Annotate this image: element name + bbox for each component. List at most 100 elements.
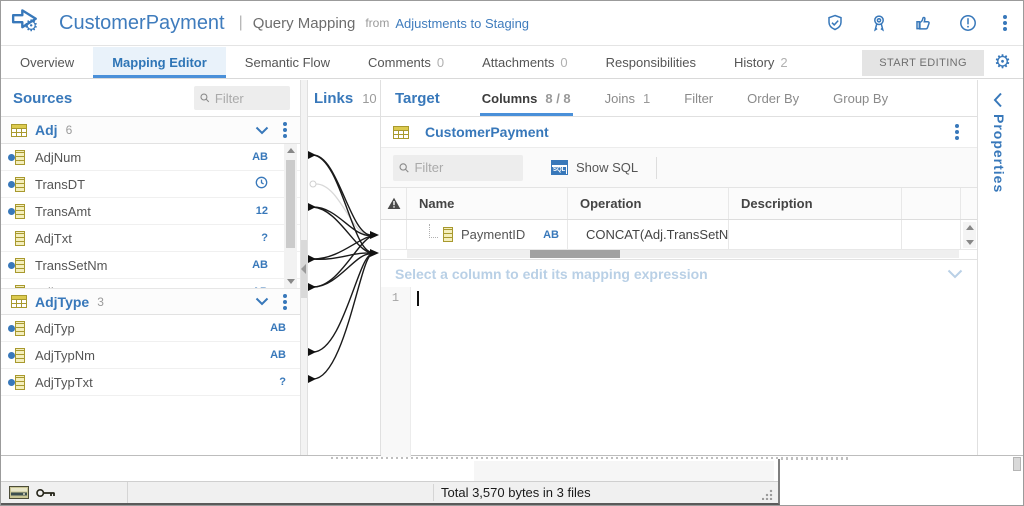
column-header-description[interactable]: Description xyxy=(729,188,902,219)
sources-panel: Sources Adj 6 AdjNum AB xyxy=(1,80,300,455)
tab-history[interactable]: History2 xyxy=(715,47,807,78)
page-title: CustomerPayment xyxy=(59,12,225,35)
alert-circle-icon[interactable] xyxy=(959,14,977,32)
sources-filter-input[interactable] xyxy=(215,91,284,106)
sources-scrollbar[interactable] xyxy=(284,144,297,288)
tab-group-by[interactable]: Group By xyxy=(831,80,890,116)
tab-responsibilities[interactable]: Responsibilities xyxy=(587,47,715,78)
chevron-down-icon[interactable] xyxy=(947,269,963,279)
sources-filter[interactable] xyxy=(194,86,290,110)
column-icon xyxy=(15,150,25,165)
drive-icon xyxy=(9,486,29,499)
target-column-row[interactable]: PaymentID AB CONCAT(Adj.TransSetN... xyxy=(381,220,977,250)
text-caret xyxy=(417,291,419,306)
grid-horizontal-scrollbar[interactable] xyxy=(381,250,977,259)
start-editing-button[interactable]: START EDITING xyxy=(862,50,984,76)
target-filter-input[interactable] xyxy=(414,160,517,175)
column-icon xyxy=(15,348,25,363)
tab-order-by[interactable]: Order By xyxy=(745,80,801,116)
certificate-icon[interactable] xyxy=(870,14,888,32)
link-dot xyxy=(8,208,15,215)
kebab-menu-icon[interactable] xyxy=(1003,21,1007,25)
table-icon xyxy=(11,295,27,308)
source-column-row[interactable]: AdjTypTxt ? xyxy=(1,369,300,396)
link-dot xyxy=(8,154,15,161)
panel-splitter[interactable] xyxy=(300,80,308,455)
sql-icon: SQL xyxy=(551,160,568,175)
target-tabs: Columns8 / 8 Joins1 Filter Order By Grou… xyxy=(480,80,890,116)
tab-overview[interactable]: Overview xyxy=(1,47,93,78)
column-icon xyxy=(15,321,25,336)
mapping-path-link[interactable]: Adjustments to Staging xyxy=(395,16,529,31)
properties-tab[interactable]: Properties xyxy=(991,114,1007,193)
type-badge: AB xyxy=(252,259,268,271)
chevron-left-icon[interactable] xyxy=(993,92,1003,111)
search-icon xyxy=(200,92,210,104)
background-window: Total 3,570 bytes in 3 files xyxy=(1,459,780,505)
target-column-name: PaymentID xyxy=(461,227,525,242)
status-bar-left-cell xyxy=(1,482,128,503)
target-toolbar: SQL Show SQL xyxy=(381,148,977,188)
tab-joins[interactable]: Joins1 xyxy=(603,80,653,116)
expression-placeholder: Select a column to edit its mapping expr… xyxy=(395,266,708,282)
source-table-adjtype-header[interactable]: AdjType 3 xyxy=(1,288,300,315)
source-column-row[interactable]: AdjNum AB xyxy=(1,144,300,171)
source-table-adj-header[interactable]: Adj 6 xyxy=(1,117,300,144)
shield-check-icon[interactable] xyxy=(826,14,844,32)
column-icon xyxy=(15,375,25,390)
column-header-name[interactable]: Name xyxy=(407,188,568,219)
thumbs-up-icon[interactable] xyxy=(914,14,933,32)
expression-editor[interactable]: 1 xyxy=(381,287,977,457)
column-header-filler xyxy=(902,188,961,219)
source-column-row[interactable]: TransAmt 12 xyxy=(1,198,300,225)
target-title: Target xyxy=(395,90,440,107)
chevron-down-icon[interactable] xyxy=(255,126,269,135)
target-table-menu-icon[interactable] xyxy=(955,130,959,134)
settings-gear-icon[interactable]: ⚙ xyxy=(994,53,1011,72)
grid-scroll-corner xyxy=(961,188,977,219)
scrollbar-thumb[interactable] xyxy=(530,250,620,258)
mapping-links-canvas[interactable] xyxy=(308,117,380,456)
tab-mapping-editor[interactable]: Mapping Editor xyxy=(93,47,226,78)
column-header-operation[interactable]: Operation xyxy=(568,188,729,219)
from-label: from xyxy=(365,16,389,30)
chevron-down-icon[interactable] xyxy=(255,297,269,306)
show-sql-button[interactable]: SQL Show SQL xyxy=(551,160,638,175)
links-count: 10 xyxy=(362,91,376,106)
tab-attachments[interactable]: Attachments0 xyxy=(463,47,587,78)
grid-vertical-scrollbar[interactable] xyxy=(963,222,976,248)
column-icon xyxy=(443,227,453,242)
link-dot xyxy=(8,181,15,188)
adj-columns-list: AdjNum AB TransDT TransAmt 12 AdjTxt ? xyxy=(1,144,300,288)
clock-icon xyxy=(255,176,268,192)
tab-filter[interactable]: Filter xyxy=(682,80,715,116)
tab-comments[interactable]: Comments0 xyxy=(349,47,463,78)
column-icon xyxy=(15,204,25,219)
description-cell xyxy=(729,220,902,249)
line-number-gutter: 1 xyxy=(381,287,411,457)
resize-grip[interactable] xyxy=(762,488,774,500)
column-icon xyxy=(15,258,25,273)
source-column-row[interactable]: AdjTyp AB xyxy=(1,279,300,288)
properties-rail: Properties xyxy=(977,80,1023,455)
toolbar-divider xyxy=(656,157,657,179)
table-icon xyxy=(11,124,27,137)
sources-header: Sources xyxy=(1,80,300,117)
type-badge: 12 xyxy=(256,205,268,217)
link-dot xyxy=(8,352,15,359)
splitter-handle[interactable] xyxy=(301,240,307,298)
table-menu-icon[interactable] xyxy=(283,128,287,132)
tab-columns[interactable]: Columns8 / 8 xyxy=(480,80,573,116)
right-window-sliver xyxy=(1013,457,1021,471)
target-filter[interactable] xyxy=(393,155,523,181)
source-column-row[interactable]: TransSetNm AB xyxy=(1,252,300,279)
expression-header: Select a column to edit its mapping expr… xyxy=(381,259,977,287)
table-menu-icon[interactable] xyxy=(283,300,287,304)
tab-semantic-flow[interactable]: Semantic Flow xyxy=(226,47,349,78)
source-column-row[interactable]: AdjTxt ? xyxy=(1,225,300,252)
title-separator: | xyxy=(239,14,243,32)
source-column-row[interactable]: AdjTypNm AB xyxy=(1,342,300,369)
source-column-row[interactable]: TransDT xyxy=(1,171,300,198)
source-column-row[interactable]: AdjTyp AB xyxy=(1,315,300,342)
page-subtitle: Query Mapping xyxy=(253,15,356,32)
